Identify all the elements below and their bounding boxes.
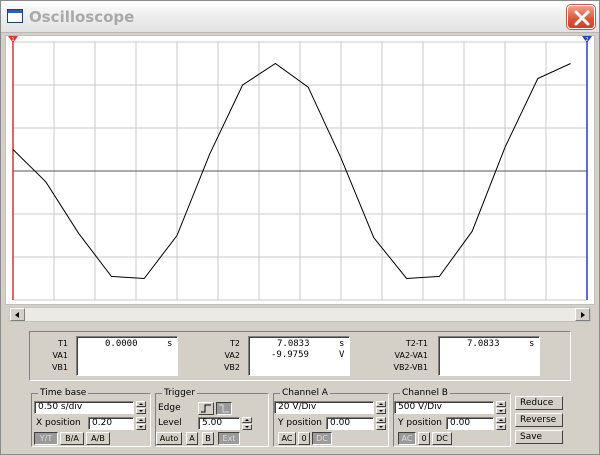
delta-t-value: 7.0833 [467,339,500,349]
spin-up-icon[interactable] [136,401,146,407]
channel-b-dc-button[interactable]: DC [432,432,452,445]
va2-unit: V [339,350,345,360]
level-label: Level [158,418,182,428]
xpos-spinner[interactable] [136,417,146,430]
spin-down-icon[interactable] [136,424,146,430]
channel-b-ac-button[interactable]: AC [398,432,416,445]
channel-a-ypos-label: Y position [278,418,323,428]
rising-edge-button[interactable] [198,402,214,415]
arrow-left-icon [15,312,19,318]
channel-a-scale-spinner[interactable] [376,401,386,414]
delta-va-label: VA2-VA1 [394,351,428,360]
channel-b-ypos-field[interactable]: 0.00 [446,417,494,430]
channel-a-ac-button[interactable]: AC [278,432,296,445]
spin-down-icon[interactable] [496,424,506,430]
scroll-right-button[interactable] [575,308,590,321]
scroll-left-button[interactable] [10,308,25,321]
yt-button[interactable]: Y/T [34,432,58,445]
time-scrollbar[interactable] [9,307,591,322]
falling-edge-button[interactable] [216,402,232,415]
spin-down-icon[interactable] [242,424,252,430]
cursor-1-label: 1 [11,37,14,43]
arrow-right-icon [581,312,585,318]
title-bar[interactable]: Oscilloscope [1,1,599,33]
spin-down-icon[interactable] [496,408,506,414]
timebase-scale-field[interactable]: 0.50 s/div [34,401,134,414]
trigger-auto-button[interactable]: Auto [156,432,182,445]
channel-b-scale-spinner[interactable] [496,401,506,414]
spin-up-icon[interactable] [242,417,252,423]
spin-up-icon[interactable] [376,401,386,407]
channel-b-ypos-label: Y position [398,418,443,428]
window-icon [7,9,23,23]
channel-a-title: Channel A [280,388,330,398]
scope-screen[interactable]: 12 [5,35,595,305]
t2-display: 7.0833 s -9.9759 V [248,336,350,376]
channel-a-scale-field[interactable]: 20 V/Div [274,401,374,414]
save-button[interactable]: Save [515,430,563,444]
t1-value: 0.0000 [105,339,138,349]
va2-value: -9.9759 [271,350,309,360]
delta-display: 7.0833 s [438,336,540,376]
spin-up-icon[interactable] [496,401,506,407]
falling-edge-icon [219,404,229,413]
waveform-plot: 12 [8,36,592,301]
cursor-2-label: 2 [585,37,588,43]
delta-vb-label: VB2-VB1 [393,363,428,372]
ab-button[interactable]: A/B [86,432,110,445]
reverse-button[interactable]: Reverse [515,413,563,427]
spin-up-icon[interactable] [136,417,146,423]
cursor-readout-panel: T1 VA1 VB1 0.0000 s T2 VA2 VB2 7.0833 s … [29,331,571,381]
timebase-title: Time base [38,388,89,398]
channel-b-group: Channel B 500 V/Div Y position 0.00 AC 0… [393,388,511,447]
trigger-a-button[interactable]: A [186,432,198,445]
vb2-label: VB2 [223,363,240,372]
channel-a-group: Channel A 20 V/Div Y position 0.00 AC 0 … [273,388,389,447]
trigger-b-button[interactable]: B [202,432,214,445]
rising-edge-icon [201,404,211,413]
timebase-scale-spinner[interactable] [136,401,146,414]
t1-display: 0.0000 s [76,336,178,376]
close-button[interactable] [567,5,595,29]
channel-a-dc-button[interactable]: DC [312,432,332,445]
channel-b-zero-button[interactable]: 0 [418,432,430,445]
ba-button[interactable]: B/A [60,432,84,445]
channel-a-ypos-field[interactable]: 0.00 [326,417,374,430]
va2-label: VA2 [224,351,240,360]
window-title: Oscilloscope [29,8,135,26]
va1-label: VA1 [52,351,68,360]
vb1-label: VB1 [51,363,68,372]
level-field[interactable]: 5.00 [198,417,240,430]
spin-up-icon[interactable] [496,417,506,423]
channel-b-ypos-spinner[interactable] [496,417,506,430]
t1-label: T1 [58,339,68,348]
spin-down-icon[interactable] [376,424,386,430]
trigger-group: Trigger Edge Level 5.00 Auto A B Ext [155,388,269,447]
spin-up-icon[interactable] [376,417,386,423]
channel-a-ypos-spinner[interactable] [376,417,386,430]
oscilloscope-window: Oscilloscope 12 T1 VA1 VB1 0.0000 s T2 V… [0,0,600,455]
timebase-group: Time base 0.50 s/div X position 0.20 Y/T… [31,388,151,447]
close-icon [574,10,590,26]
t1-unit: s [167,339,173,349]
channel-b-title: Channel B [400,388,450,398]
xpos-label: X position [36,418,81,428]
spin-down-icon[interactable] [376,408,386,414]
xpos-field[interactable]: 0.20 [88,417,134,430]
delta-t-label: T2-T1 [405,339,428,348]
delta-t-unit: s [529,339,535,349]
trigger-ext-button[interactable]: Ext [218,432,240,445]
edge-label: Edge [158,403,181,413]
spin-down-icon[interactable] [136,408,146,414]
t2-label: T2 [230,339,240,348]
reduce-button[interactable]: Reduce [515,396,563,410]
channel-b-scale-field[interactable]: 500 V/Div [394,401,494,414]
trigger-title: Trigger [162,388,198,398]
level-spinner[interactable] [242,417,252,430]
channel-a-zero-button[interactable]: 0 [298,432,310,445]
